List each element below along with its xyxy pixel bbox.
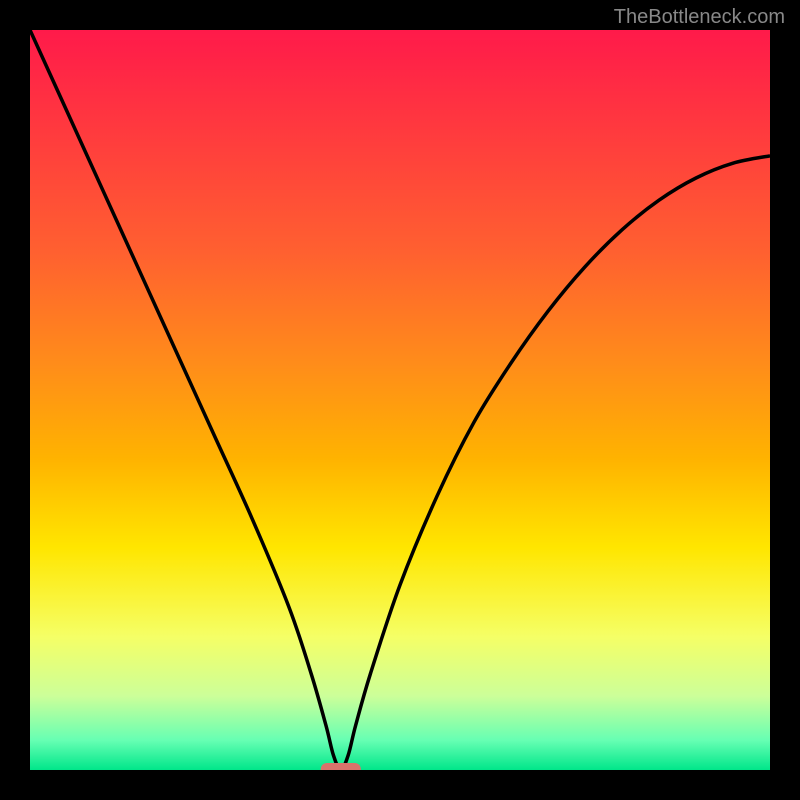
gradient-background (30, 30, 770, 770)
watermark-text: TheBottleneck.com (614, 6, 785, 29)
chart-container: TheBottleneck.com (0, 0, 800, 800)
chart-svg (30, 30, 770, 770)
minimum-marker (321, 763, 361, 770)
plot-area (30, 30, 770, 770)
